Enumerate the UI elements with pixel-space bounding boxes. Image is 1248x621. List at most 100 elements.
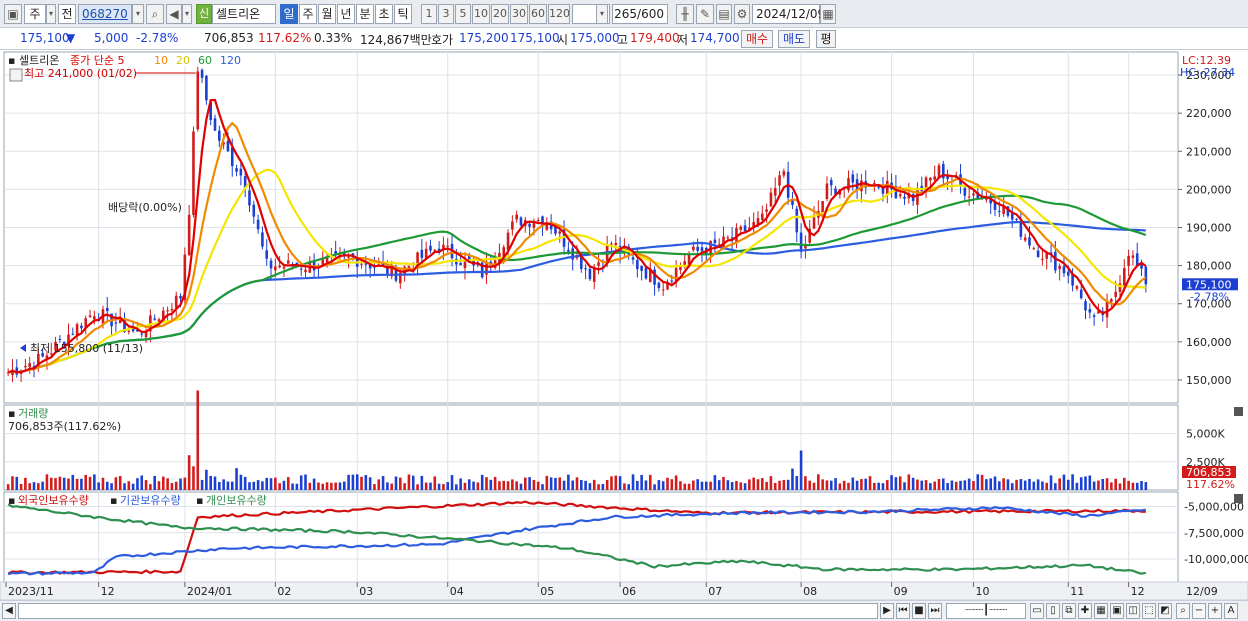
period-button-1[interactable]: 주 — [299, 4, 317, 24]
sell-button[interactable]: 매도 — [778, 30, 810, 48]
interval-button-5[interactable]: 5 — [455, 4, 471, 24]
stock-code-input[interactable]: 068270 — [78, 4, 132, 24]
interval-button-30[interactable]: 30 — [510, 4, 528, 24]
volume-bar — [946, 483, 949, 490]
zoom-out-icon[interactable]: − — [1192, 603, 1206, 619]
volume-bar — [842, 480, 846, 490]
volume-bar — [549, 477, 553, 490]
speaker-dropdown-icon[interactable]: ▾ — [182, 4, 192, 24]
layout-icon-5[interactable]: ▣ — [1110, 603, 1124, 619]
layout-icon-3[interactable]: ⧉ — [1062, 603, 1076, 619]
layout-icon-2[interactable]: ▯ — [1046, 603, 1060, 619]
layout-icon-1[interactable]: ▭ — [1030, 603, 1044, 619]
ask-price: 175,200 — [459, 31, 509, 45]
interval-button-120[interactable]: 120 — [548, 4, 570, 24]
volume-bar — [1010, 483, 1014, 490]
period-button-6[interactable]: 틱 — [394, 4, 412, 24]
empty-select-dropdown-icon[interactable]: ▾ — [596, 4, 608, 24]
layout-icon-6[interactable]: ◫ — [1126, 603, 1140, 619]
interval-button-20[interactable]: 20 — [491, 4, 509, 24]
volume-bar — [105, 481, 109, 490]
volume-bar — [179, 478, 182, 490]
volume-bar — [230, 481, 234, 490]
volume-bar — [88, 476, 92, 490]
volume-bar — [726, 480, 730, 490]
bottom-scrollbar[interactable]: ◀ ▶ ⏮ ■ ⏭ ┈┈┈┃┈┈┈ ▭ ▯ ⧉ ✚ ▦ ▣ ◫ ⬚ ◩ ⌕ − … — [0, 600, 1248, 621]
volume-bar — [588, 483, 592, 490]
scroll-right-icon[interactable]: ▶ — [880, 603, 894, 619]
period-button-5[interactable]: 초 — [375, 4, 393, 24]
save-icon[interactable]: ▤ — [716, 4, 732, 24]
open-label: 시 — [557, 33, 569, 47]
interval-button-1[interactable]: 1 — [421, 4, 437, 24]
layout-icon-8[interactable]: ◩ — [1158, 603, 1172, 619]
ask-label: 호가 — [431, 33, 454, 47]
legend-ma-120: 120 — [220, 54, 241, 67]
market-type-select[interactable]: 주 — [24, 4, 46, 24]
zoom-in-icon[interactable]: + — [1208, 603, 1222, 619]
interval-button-60[interactable]: 60 — [529, 4, 547, 24]
search-icon[interactable]: ⌕ — [146, 4, 164, 24]
x-label-6: 05 — [540, 585, 554, 598]
volume-bar — [920, 480, 924, 490]
forward-icon[interactable]: ⏭ — [928, 603, 942, 619]
code-dropdown-icon[interactable]: ▾ — [132, 4, 144, 24]
volume-bar — [442, 484, 445, 490]
stop-icon[interactable]: ■ — [912, 603, 926, 619]
zoom-icon[interactable]: ⌕ — [1176, 603, 1190, 619]
volume-bar — [131, 483, 135, 490]
speaker-icon[interactable]: ◀ — [166, 4, 182, 24]
volume-bar — [511, 479, 514, 490]
font-size-icon[interactable]: A — [1224, 603, 1238, 619]
period-button-3[interactable]: 년 — [337, 4, 355, 24]
chart-svg[interactable]: 2023/11 12 2024/01 02 03 04 05 06 07 08 09 10 11 12 12… — [0, 50, 1248, 601]
interval-button-3[interactable]: 3 — [438, 4, 454, 24]
candle-body — [1054, 252, 1057, 271]
candle-body — [614, 242, 618, 246]
volume-bar — [825, 480, 829, 490]
rewind-icon[interactable]: ⏮ — [896, 603, 910, 619]
volume-bar — [37, 483, 40, 490]
interval-button-10[interactable]: 10 — [472, 4, 490, 24]
candle-body — [1092, 315, 1096, 317]
count-input[interactable]: 265/600 — [612, 4, 668, 24]
crosshair-icon[interactable]: ✚ — [1078, 603, 1092, 619]
date-input[interactable]: 2024/12/09 — [752, 4, 825, 24]
candle-style-icon[interactable]: ╫ — [676, 4, 694, 24]
volume-bar — [795, 476, 799, 490]
volume-bar — [903, 482, 906, 490]
scroll-thumb[interactable] — [18, 603, 878, 619]
calendar-icon[interactable]: ▦ — [820, 4, 836, 24]
scroll-left-icon[interactable]: ◀ — [2, 603, 16, 619]
gear-icon[interactable]: ⚙ — [734, 4, 750, 24]
volume-bar — [765, 481, 768, 490]
volume-bar — [403, 483, 406, 490]
volume-bar — [916, 479, 919, 490]
buy-button[interactable]: 매수 — [741, 30, 773, 48]
volume-bar — [278, 483, 281, 490]
market-dropdown-icon[interactable]: ▾ — [46, 4, 56, 24]
period-button-4[interactable]: 분 — [356, 4, 374, 24]
stock-name-field[interactable]: 셀트리온 — [212, 4, 276, 24]
period-button-2[interactable]: 월 — [318, 4, 336, 24]
layout-icon-7[interactable]: ⬚ — [1142, 603, 1156, 619]
change-arrow: ▼ — [66, 31, 76, 45]
drawing-tool-icon[interactable]: ✎ — [696, 4, 714, 24]
candle-body — [360, 263, 363, 265]
volume-bar — [502, 480, 506, 490]
volume-bar — [933, 481, 936, 490]
zoom-slider[interactable]: ┈┈┈┃┈┈┈ — [946, 603, 1026, 619]
candle-body — [265, 250, 269, 259]
chart-area[interactable]: 2023/11 12 2024/01 02 03 04 05 06 07 08 09 10 11 12 12… — [0, 50, 1248, 601]
period-button-0[interactable]: 일 — [280, 4, 298, 24]
layout-icon-4[interactable]: ▦ — [1094, 603, 1108, 619]
volume-bar — [295, 483, 299, 490]
volume-bar — [373, 484, 376, 490]
chart-type-icon[interactable]: ▣ — [4, 4, 22, 24]
volume-bar — [450, 475, 454, 490]
eval-button[interactable]: 평 — [816, 30, 836, 48]
volume-bar — [304, 474, 307, 490]
volume-bar — [851, 477, 855, 490]
candle-body — [1036, 250, 1040, 258]
prev-button[interactable]: 전 — [58, 4, 76, 24]
